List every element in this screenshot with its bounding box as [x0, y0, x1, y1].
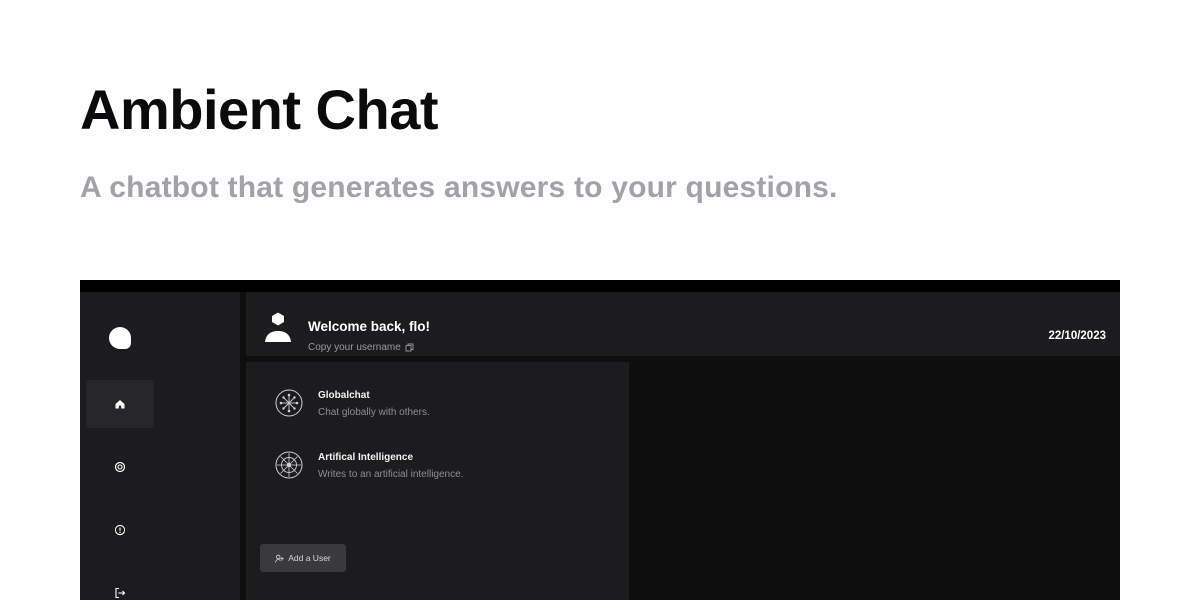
nav-settings[interactable]: [86, 443, 154, 491]
app-screenshot: Welcome back, flo! Copy your username 22…: [80, 280, 1120, 600]
add-user-label: Add a User: [288, 553, 331, 563]
chat-item-description: Writes to an artificial intelligence.: [318, 469, 464, 480]
copy-username-label: Copy your username: [308, 342, 401, 353]
chat-list-panel: Globalchat Chat globally with others. Ar…: [246, 362, 629, 600]
chat-bubble-icon[interactable]: [109, 327, 131, 349]
chat-item-name: Artifical Intelligence: [318, 452, 414, 463]
logout-icon: [115, 587, 126, 599]
nav-rail: [80, 292, 240, 600]
ai-network-icon: [275, 451, 303, 479]
globe-network-icon: [275, 389, 303, 417]
app-top-strip: [80, 280, 1120, 292]
avatar[interactable]: [264, 310, 292, 344]
page-subtitle: A chatbot that generates answers to your…: [80, 171, 838, 204]
nav-logout[interactable]: [86, 569, 154, 600]
chat-item-globalchat[interactable]: Globalchat Chat globally with others.: [274, 388, 614, 428]
nav-info[interactable]: [86, 506, 154, 554]
app-header: Welcome back, flo! Copy your username 22…: [246, 292, 1120, 356]
copy-username-link[interactable]: Copy your username: [308, 342, 414, 353]
add-user-icon: [275, 554, 284, 563]
chat-item-ai[interactable]: Artifical Intelligence Writes to an arti…: [274, 450, 614, 490]
nav-home[interactable]: [86, 380, 154, 428]
welcome-message: Welcome back, flo!: [308, 319, 431, 334]
chat-item-name: Globalchat: [318, 390, 370, 401]
page-title: Ambient Chat: [80, 78, 439, 141]
chat-conversation-pane[interactable]: [629, 362, 1120, 600]
settings-icon: [114, 461, 126, 473]
add-user-button[interactable]: Add a User: [260, 544, 346, 572]
chat-item-description: Chat globally with others.: [318, 407, 430, 418]
current-date: 22/10/2023: [1048, 330, 1106, 342]
copy-icon: [405, 343, 414, 352]
info-icon: [114, 524, 126, 536]
home-icon: [115, 400, 125, 409]
